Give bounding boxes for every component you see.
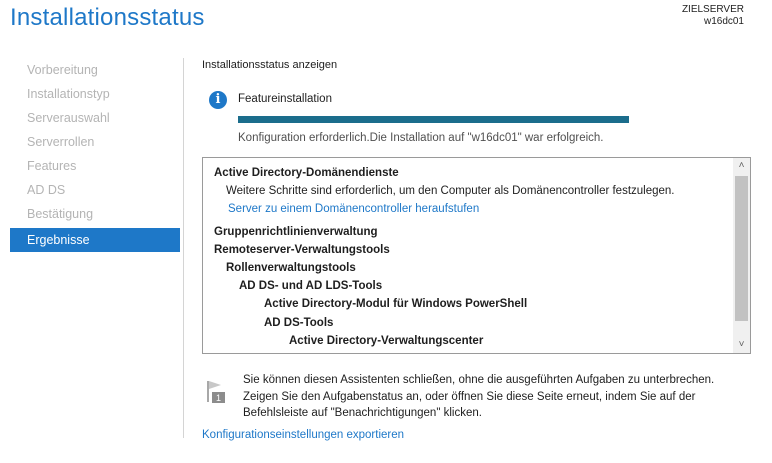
progress-bar xyxy=(238,116,629,123)
nav-item-ad-ds[interactable]: AD DS xyxy=(10,178,180,202)
notification-count: 1 xyxy=(216,393,221,403)
results-content: Active Directory-Domänendienste Weitere S… xyxy=(214,164,728,350)
nav-item-vorbereitung[interactable]: Vorbereitung xyxy=(10,58,180,82)
nav-item-serverauswahl[interactable]: Serverauswahl xyxy=(10,106,180,130)
section-title: Installationsstatus anzeigen xyxy=(202,59,338,71)
results-list[interactable]: Active Directory-Domänendienste Weitere S… xyxy=(202,157,751,354)
result-row: AD DS- und AD LDS-Tools xyxy=(239,280,383,293)
page-title: Installationsstatus xyxy=(10,4,205,31)
target-server-label: ZIELSERVER xyxy=(681,4,744,15)
result-row: AD DS-Tools xyxy=(264,316,334,329)
nav-item-features[interactable]: Features xyxy=(10,154,180,178)
result-row: Rollenverwaltungstools xyxy=(226,262,356,275)
progress-fill xyxy=(238,116,629,123)
result-row: Weitere Schritte sind erforderlich, um d… xyxy=(226,185,675,198)
scroll-thumb[interactable] xyxy=(735,176,748,321)
notification-flag-icon: 1 xyxy=(207,381,225,403)
result-row: Gruppenrichtlinienverwaltung xyxy=(214,225,378,238)
nav-item-serverrollen[interactable]: Serverrollen xyxy=(10,130,180,154)
chevron-up-icon[interactable]: ˄ xyxy=(733,158,750,174)
info-icon: i xyxy=(209,91,227,109)
status-text: Konfiguration erforderlich.Die Installat… xyxy=(238,132,604,144)
result-row: Active Directory-Verwaltungscenter xyxy=(289,334,484,347)
target-server: ZIELSERVER w16dc01 xyxy=(682,4,744,28)
divider xyxy=(183,58,184,438)
target-server-name: w16dc01 xyxy=(703,16,744,27)
promote-dc-link[interactable]: Server zu einem Domänencontroller herauf… xyxy=(214,200,728,218)
result-row: Remoteserver-Verwaltungstools xyxy=(214,243,390,256)
wizard-nav: Vorbereitung Installationstyp Serverausw… xyxy=(10,58,180,252)
nav-item-bestaetigung[interactable]: Bestätigung xyxy=(10,202,180,226)
info-note: Sie können diesen Assistenten schließen,… xyxy=(243,374,715,419)
feature-label: Featureinstallation xyxy=(238,93,332,105)
scrollbar[interactable]: ˄ ˅ xyxy=(733,158,750,353)
nav-item-ergebnisse[interactable]: Ergebnisse xyxy=(10,228,180,252)
result-row: Active Directory-Domänendienste xyxy=(214,167,399,179)
result-row: Active Directory-Modul für Windows Power… xyxy=(264,298,528,311)
nav-item-installationstyp[interactable]: Installationstyp xyxy=(10,82,180,106)
chevron-down-icon[interactable]: ˅ xyxy=(733,337,750,353)
export-settings-link[interactable]: Konfigurationseinstellungen exportieren xyxy=(202,429,404,441)
